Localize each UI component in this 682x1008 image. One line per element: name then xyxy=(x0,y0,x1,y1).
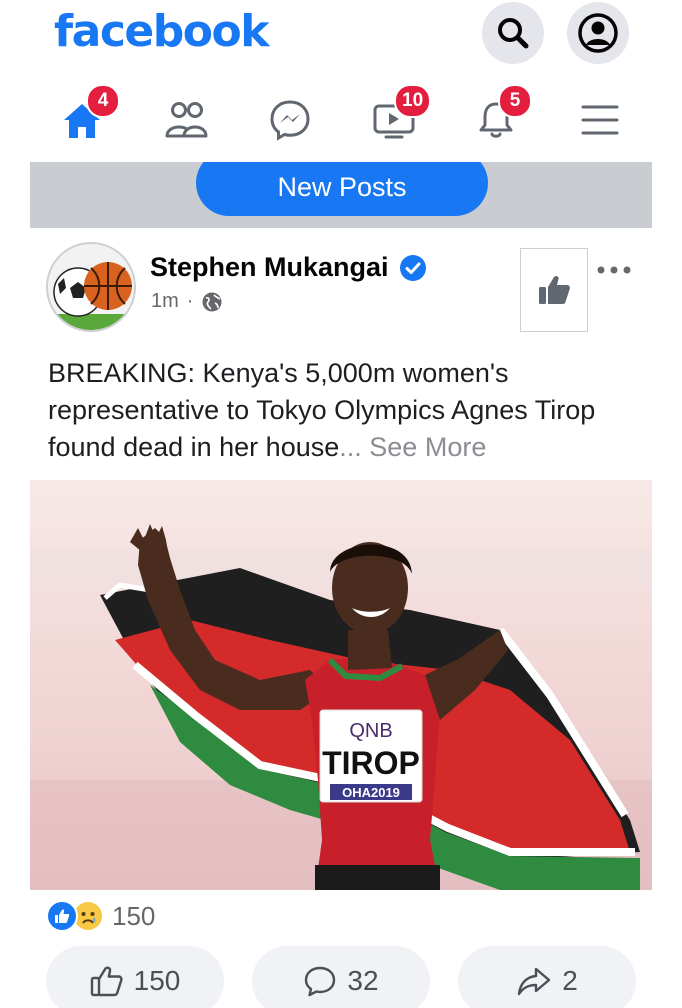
share-icon xyxy=(518,967,551,996)
facebook-logo[interactable]: facebook xyxy=(54,6,269,57)
author-name-row: Stephen Mukangai xyxy=(150,252,427,283)
notifications-badge: 5 xyxy=(498,84,532,118)
comment-button[interactable]: 32 xyxy=(252,946,430,1008)
author-name[interactable]: Stephen Mukangai xyxy=(150,252,389,283)
nav-notifications[interactable]: 5 xyxy=(466,84,532,150)
like-count: 150 xyxy=(133,965,181,996)
reaction-summary[interactable]: 150 xyxy=(46,896,155,936)
hamburger-icon xyxy=(581,105,619,135)
watch-badge: 10 xyxy=(394,84,432,118)
search-icon xyxy=(498,18,529,49)
post-image[interactable]: QNB TIROP OHA2019 xyxy=(30,480,652,890)
reaction-count: 150 xyxy=(112,900,156,931)
top-bar: facebook xyxy=(0,0,682,72)
like-reaction-icon xyxy=(46,900,78,932)
like-outline-icon xyxy=(90,966,123,997)
nav-messenger[interactable] xyxy=(260,90,320,150)
bib-name: TIROP xyxy=(322,745,420,781)
home-badge: 4 xyxy=(86,84,120,118)
author-avatar[interactable] xyxy=(46,242,136,332)
messenger-icon xyxy=(270,100,310,141)
profile-button[interactable] xyxy=(567,2,629,64)
friends-icon xyxy=(165,102,208,138)
comment-icon xyxy=(305,966,336,997)
share-count: 2 xyxy=(562,965,578,996)
post-text: BREAKING: Kenya's 5,000m women's represe… xyxy=(48,355,648,466)
bib-sponsor: QNB xyxy=(349,720,392,742)
meta-separator: · xyxy=(186,290,194,312)
search-button[interactable] xyxy=(482,2,544,64)
globe-icon xyxy=(202,292,222,311)
nav-home[interactable]: 4 xyxy=(52,84,120,150)
post-header: Stephen Mukangai 1m · xyxy=(30,232,652,342)
more-dots-icon xyxy=(597,266,631,274)
verified-badge-icon xyxy=(399,254,426,281)
post-body: BREAKING: Kenya's 5,000m women's represe… xyxy=(48,358,596,462)
comment-count: 32 xyxy=(347,965,379,996)
sports-balls-image xyxy=(48,244,134,330)
thumbs-up-icon xyxy=(539,275,570,304)
post-meta: 1m · xyxy=(151,290,223,313)
profile-icon xyxy=(578,13,618,53)
new-posts-button[interactable]: New Posts xyxy=(196,162,488,216)
nav-watch[interactable]: 10 xyxy=(364,84,432,150)
like-page-button[interactable] xyxy=(520,248,588,332)
like-button[interactable]: 150 xyxy=(46,946,224,1008)
bib-event: OHA2019 xyxy=(342,785,400,800)
new-posts-strip: New Posts xyxy=(30,162,652,228)
post-time[interactable]: 1m xyxy=(151,290,179,313)
nav-friends[interactable] xyxy=(156,90,216,150)
post-actions: 150 32 2 xyxy=(30,946,652,1008)
nav-bar: 4 10 5 xyxy=(0,80,682,160)
see-more-link[interactable]: See More xyxy=(369,432,486,462)
more-options-button[interactable] xyxy=(596,254,632,282)
ellipsis: ... xyxy=(339,432,362,462)
nav-menu[interactable] xyxy=(570,90,630,150)
share-button[interactable]: 2 xyxy=(458,946,636,1008)
athlete-photo: QNB TIROP OHA2019 xyxy=(30,480,652,890)
